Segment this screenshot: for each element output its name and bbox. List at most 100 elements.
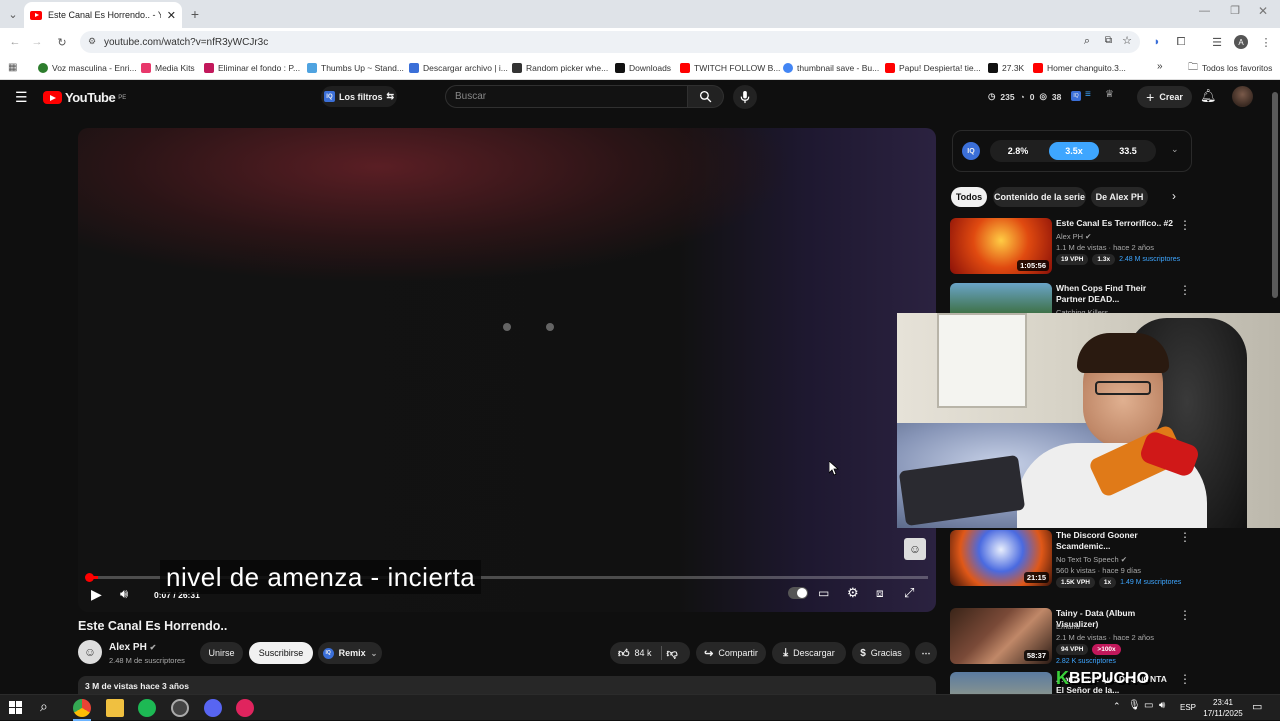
minimize-window-icon[interactable]: —	[1199, 5, 1210, 17]
tab-search-chevron-icon[interactable]: ⌄	[4, 5, 22, 23]
thanks-button[interactable]: $ Gracias	[852, 642, 910, 664]
search-button[interactable]	[688, 85, 724, 108]
notifications-bell-icon[interactable]: 🔔︎	[1200, 88, 1217, 104]
like-icon[interactable]: 👍︎	[618, 647, 630, 660]
address-bar[interactable]: ⚙ youtube.com/watch?v=nfR3yWCJr3c ⌕ ⧉ ☆	[80, 31, 1140, 53]
settings-gear-icon[interactable]: ⚙	[847, 585, 859, 601]
autoplay-toggle[interactable]	[788, 587, 808, 599]
video-thumbnail[interactable]	[950, 672, 1052, 694]
reading-list-icon[interactable]: ☰	[1208, 33, 1226, 51]
bookmark-star-icon[interactable]: ☆	[1122, 34, 1132, 47]
zoom-icon[interactable]: ⌕	[1084, 35, 1090, 48]
description-box[interactable]: 3 M de vistas hace 3 años	[78, 676, 936, 694]
reload-icon[interactable]: ↻	[53, 33, 71, 51]
chevron-down-icon[interactable]: ⌄	[1171, 144, 1179, 155]
new-tab-icon[interactable]: +	[186, 5, 204, 23]
bookmark-item[interactable]: Voz masculina - Enri...	[38, 60, 137, 76]
app-icon[interactable]	[236, 699, 254, 717]
user-avatar[interactable]	[1232, 86, 1253, 107]
video-title[interactable]: The Discord Gooner Scamdemic...	[1056, 530, 1176, 552]
video-player[interactable]: ☺ ▶ 🔊︎ 0:07 / 26:31 ▭ ⚙ ⧈ ⤢	[78, 128, 936, 612]
chip-series[interactable]: Contenido de la serie	[993, 187, 1086, 207]
extension-icon[interactable]: ◗	[1148, 33, 1166, 51]
voice-search-button[interactable]	[733, 85, 757, 109]
theater-mode-icon[interactable]: ⧈	[876, 586, 884, 601]
clock[interactable]: 23:41 17/11/2025	[1202, 697, 1244, 719]
more-vertical-icon[interactable]: ⋮	[1179, 608, 1191, 622]
chip-all[interactable]: Todos	[951, 187, 987, 207]
metric-value[interactable]: 2.8%	[995, 143, 1041, 159]
channel-row[interactable]: Alex PH ✔	[1056, 232, 1091, 241]
join-button[interactable]: Unirse	[200, 642, 243, 664]
bookmark-item[interactable]: Homer changuito.3...	[1033, 60, 1126, 76]
bookmark-item[interactable]: Downloads	[615, 60, 671, 76]
video-thumbnail[interactable]: 1:05:56	[950, 218, 1052, 274]
video-thumbnail[interactable]: 58:37	[950, 608, 1052, 664]
discord-icon[interactable]	[204, 699, 222, 717]
obs-icon[interactable]	[171, 699, 189, 717]
related-video[interactable]: 21:15 The Discord Gooner Scamdemic... No…	[950, 530, 1195, 588]
maximize-window-icon[interactable]: ❐	[1230, 4, 1240, 17]
fullscreen-icon[interactable]: ⤢	[904, 585, 914, 601]
more-actions-button[interactable]: ⋯	[915, 642, 937, 664]
profile-avatar-icon[interactable]: A	[1234, 35, 1248, 49]
page-scrollbar-thumb[interactable]	[1272, 92, 1278, 298]
bookmark-item[interactable]: Descargar archivo | i...	[409, 60, 508, 76]
more-vertical-icon[interactable]: ⋮	[1179, 283, 1191, 297]
bookmark-item[interactable]: thumbnail save - Bu...	[783, 60, 879, 76]
file-explorer-icon[interactable]	[106, 699, 124, 717]
browser-tab-active[interactable]: Este Canal Es Horrendo.. - YouT ✕	[24, 2, 182, 28]
notification-center-icon[interactable]: ▭	[1252, 700, 1262, 713]
chrome-taskbar-icon[interactable]	[73, 699, 91, 717]
chip-channel[interactable]: De Alex PH	[1091, 187, 1148, 207]
more-vertical-icon[interactable]: ⋮	[1179, 218, 1191, 232]
bookmark-item[interactable]: Media Kits	[141, 60, 195, 76]
dislike-icon[interactable]: 👎︎	[667, 647, 678, 660]
related-video[interactable]: 1:05:56 Este Canal Es Terrorífico.. #2 A…	[950, 218, 1195, 276]
trophy-icon[interactable]: ♕	[1105, 89, 1114, 100]
all-bookmarks-folder[interactable]: 🗀 Todos los favoritos	[1188, 60, 1272, 76]
bookmark-item[interactable]: Random picker whe...	[512, 60, 608, 76]
subtitles-icon[interactable]: ▭	[818, 586, 829, 600]
install-app-icon[interactable]: ⧉	[1105, 35, 1112, 46]
microphone-tray-icon[interactable]: 🎙︎	[1128, 700, 1141, 711]
speaker-icon[interactable]: 🔊︎	[1159, 700, 1165, 711]
create-button[interactable]: + Crear	[1137, 86, 1192, 108]
search-input[interactable]: Buscar	[445, 85, 688, 108]
bookmark-item[interactable]: Papu! Despierta! tie...	[885, 60, 981, 76]
site-info-icon[interactable]: ⚙	[88, 36, 96, 47]
video-thumbnail[interactable]: 21:15	[950, 530, 1052, 586]
bookmark-item[interactable]: 27.3K	[988, 60, 1024, 76]
more-bookmarks-chevron-icon[interactable]: »	[1157, 61, 1163, 72]
language-indicator[interactable]: ESP	[1180, 703, 1196, 712]
browser-menu-icon[interactable]: ⋮	[1257, 33, 1275, 51]
volume-icon[interactable]: 🔊︎	[120, 586, 128, 602]
chevron-right-icon[interactable]: ›	[1172, 189, 1176, 203]
apps-grid-icon[interactable]: ▦	[8, 62, 17, 73]
more-vertical-icon[interactable]: ⋮	[1179, 530, 1191, 544]
youtube-logo[interactable]: YouTube PE	[43, 90, 126, 105]
channel-watermark-icon[interactable]: ☺	[904, 538, 926, 560]
metric-value-active[interactable]: 3.5x	[1049, 142, 1099, 160]
analytics-icon[interactable]: ≡	[1085, 89, 1091, 100]
channel-avatar[interactable]: ☺	[78, 640, 102, 664]
bookmark-item[interactable]: Eliminar el fondo : P...	[204, 60, 300, 76]
iq-extension-icon[interactable]: IQ	[1071, 91, 1081, 101]
subscribe-button[interactable]: Suscribirse	[249, 642, 313, 664]
channel-row[interactable]: No Text To Speech ✔	[1056, 555, 1127, 564]
channel-name-row[interactable]: Alex PH ✔	[109, 642, 156, 653]
related-video[interactable]: 58:37 Tainy - Data (Album Visualizer) Em…	[950, 608, 1195, 666]
windows-start-icon[interactable]	[9, 701, 22, 714]
scrubber-handle[interactable]	[85, 573, 94, 582]
taskbar-search-icon[interactable]: ⌕	[40, 698, 48, 715]
close-tab-icon[interactable]: ✕	[167, 9, 176, 22]
bookmark-item[interactable]: Thumbs Up ~ Stand...	[307, 60, 404, 76]
tray-chevron-up-icon[interactable]: ⌃	[1113, 701, 1121, 712]
metric-value[interactable]: 33.5	[1105, 143, 1151, 159]
extensions-puzzle-icon[interactable]: ⧠	[1172, 33, 1190, 51]
download-button[interactable]: ⤓ Descargar	[772, 642, 846, 664]
network-icon[interactable]: ▭	[1144, 700, 1153, 711]
bookmark-item[interactable]: TWITCH FOLLOW B...	[680, 60, 780, 76]
video-title[interactable]: Este Canal Es Terrorífico.. #2	[1056, 218, 1176, 229]
video-title[interactable]: When Cops Find Their Partner DEAD...	[1056, 283, 1176, 305]
